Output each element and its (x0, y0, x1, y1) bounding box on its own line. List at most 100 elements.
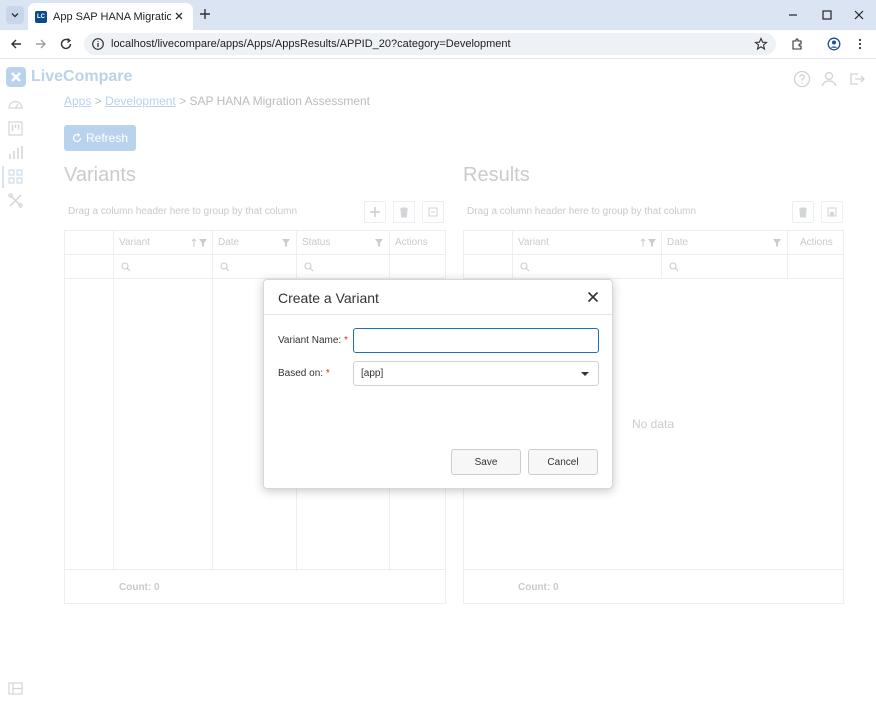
logo-icon (6, 67, 26, 87)
trash-icon (799, 207, 807, 218)
apps-grid-icon[interactable] (7, 168, 24, 185)
required-marker: * (325, 368, 330, 379)
browser-tab-bar: LC App SAP HANA Migration Assessment (0, 0, 876, 30)
search-icon[interactable] (220, 262, 230, 272)
help-icon[interactable] (793, 70, 811, 88)
plus-icon (370, 207, 380, 217)
required-marker: * (343, 335, 348, 346)
column-header-variant[interactable]: Variant (518, 237, 549, 248)
star-icon[interactable] (754, 37, 768, 51)
export-icon (428, 207, 438, 217)
info-icon[interactable] (91, 37, 105, 51)
close-icon[interactable] (173, 10, 185, 22)
column-header-actions: Actions (395, 237, 428, 248)
save-result-button[interactable] (821, 201, 843, 223)
filter-icon[interactable] (374, 238, 384, 248)
tools-icon[interactable] (7, 192, 24, 209)
search-icon[interactable] (121, 262, 131, 272)
tab-search-button[interactable] (6, 6, 24, 24)
logout-icon[interactable] (848, 70, 866, 88)
create-variant-dialog: Create a Variant Variant Name: * Based o… (263, 279, 613, 489)
filter-icon[interactable] (198, 238, 208, 248)
results-title: Results (463, 164, 530, 186)
profile-icon[interactable] (827, 37, 841, 51)
more-vertical-icon[interactable] (853, 37, 867, 51)
address-url: localhost/livecompare/apps/Apps/AppsResu… (111, 38, 511, 50)
close-icon[interactable] (586, 290, 600, 304)
app-logo[interactable]: LiveCompare (6, 67, 132, 87)
address-bar[interactable]: localhost/livecompare/apps/Apps/AppsResu… (84, 33, 776, 55)
add-variant-button[interactable] (364, 201, 386, 223)
dashboard-icon[interactable] (7, 96, 24, 113)
variant-name-label: Variant Name: * (278, 335, 348, 346)
variants-grid-header: Variant Date Status Actions (65, 231, 445, 255)
column-divider (113, 231, 114, 571)
chevron-down-icon (11, 13, 19, 18)
kanban-icon[interactable] (7, 120, 24, 137)
delete-variant-button[interactable] (393, 201, 415, 223)
search-icon[interactable] (304, 262, 314, 272)
export-variant-button[interactable] (422, 201, 444, 223)
variants-group-panel[interactable]: Drag a column header here to group by th… (64, 198, 354, 224)
breadcrumb-separator: > (94, 94, 102, 108)
plus-icon[interactable] (198, 7, 212, 21)
refresh-button[interactable]: Refresh (64, 125, 136, 151)
column-divider (661, 231, 662, 279)
breadcrumb-link-development[interactable]: Development (105, 94, 176, 108)
filter-icon[interactable] (647, 238, 657, 248)
minimize-icon[interactable] (786, 8, 800, 22)
browser-tab-active[interactable]: LC App SAP HANA Migration Assessment (28, 3, 193, 30)
reload-icon[interactable] (59, 37, 73, 51)
filter-icon[interactable] (281, 238, 291, 248)
browser-toolbar: localhost/livecompare/apps/Apps/AppsResu… (0, 30, 876, 59)
user-icon[interactable] (820, 70, 838, 88)
based-on-select[interactable]: [app] (353, 361, 599, 386)
cancel-button[interactable]: Cancel (528, 449, 598, 475)
variants-grid-footer: Count: 0 (65, 569, 445, 603)
refresh-label: Refresh (85, 131, 129, 145)
column-header-variant[interactable]: Variant (119, 237, 150, 248)
forward-arrow-icon[interactable] (34, 37, 48, 51)
layout-toggle-icon[interactable] (7, 680, 24, 697)
variants-title: Variants (64, 164, 136, 186)
filter-icon[interactable] (772, 238, 782, 248)
trash-icon (400, 207, 408, 218)
column-header-date[interactable]: Date (667, 237, 688, 248)
save-icon (827, 207, 837, 217)
column-header-status[interactable]: Status (302, 237, 330, 248)
back-arrow-icon[interactable] (9, 37, 23, 51)
results-grid-footer: Count: 0 (464, 569, 843, 603)
sidebar-active-indicator (2, 166, 4, 188)
column-header-date[interactable]: Date (218, 237, 239, 248)
results-no-data: No data (632, 417, 675, 431)
favicon-icon: LC (35, 10, 47, 23)
caret-down-icon (581, 372, 589, 376)
column-divider (212, 231, 213, 571)
results-count: Count: 0 (518, 582, 559, 593)
dialog-header: Create a Variant (264, 280, 612, 315)
bar-chart-icon[interactable] (7, 144, 24, 161)
refresh-icon (72, 133, 82, 143)
window-close-icon[interactable] (852, 8, 866, 22)
column-divider (512, 231, 513, 279)
search-icon[interactable] (669, 262, 679, 272)
variant-name-input[interactable] (353, 328, 599, 353)
results-group-panel[interactable]: Drag a column header here to group by th… (463, 198, 763, 224)
search-icon[interactable] (520, 262, 530, 272)
based-on-label: Based on: * (278, 368, 330, 379)
breadcrumb-separator: > (179, 94, 187, 108)
column-header-actions: Actions (800, 237, 833, 248)
maximize-icon[interactable] (820, 8, 834, 22)
extensions-icon[interactable] (790, 37, 804, 51)
variants-count: Count: 0 (119, 582, 160, 593)
breadcrumb: Apps > Development > SAP HANA Migration … (64, 94, 370, 108)
dialog-title: Create a Variant (278, 290, 379, 306)
tab-title: App SAP HANA Migration Assessment (53, 10, 171, 23)
save-button[interactable]: Save (451, 449, 521, 475)
brand-name: LiveCompare (31, 68, 133, 85)
breadcrumb-link-apps[interactable]: Apps (64, 94, 91, 108)
delete-result-button[interactable] (792, 201, 814, 223)
based-on-selected-value: [app] (361, 368, 384, 379)
breadcrumb-current: SAP HANA Migration Assessment (189, 94, 371, 108)
column-divider (787, 231, 788, 279)
